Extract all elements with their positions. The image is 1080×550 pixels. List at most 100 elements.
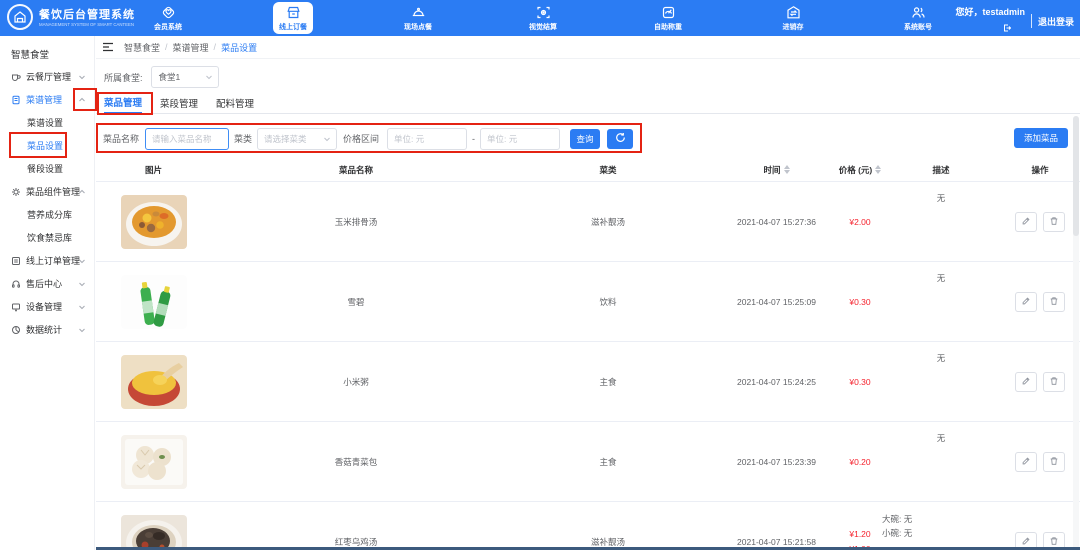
canteen-filter-row: 所属食堂: 食堂1 <box>96 62 219 92</box>
nav-item-onsite-ordering[interactable]: 现场点餐 <box>390 2 446 34</box>
dish-desc: 无 <box>882 262 1000 341</box>
nav-item-online-ordering[interactable]: 线上订餐 <box>273 2 313 34</box>
table-header-row: 图片 菜品名称 菜类 时间 价格 (元) 描述 操作 <box>96 158 1080 182</box>
price-min-input[interactable] <box>387 128 467 150</box>
dish-desc: 无 <box>882 182 1000 261</box>
sidebar-label: 营养成分库 <box>27 208 72 221</box>
dish-category: 滋补靓汤 <box>501 502 715 550</box>
pencil-icon <box>1021 294 1031 309</box>
breadcrumb-separator: / <box>214 42 217 52</box>
sidebar-item-device-management[interactable]: 设备管理 <box>0 295 94 318</box>
sidebar-label: 云餐厅管理 <box>26 70 71 83</box>
delete-button[interactable] <box>1043 212 1065 232</box>
dish-name: 小米粥 <box>211 342 501 421</box>
sidebar-item-dish-settings[interactable]: 菜品设置 <box>0 134 94 157</box>
dish-price: ¥0.30 <box>838 262 882 341</box>
tab-bar: 菜品管理 菜段管理 配料管理 <box>96 92 1080 114</box>
search-filter-bar: 菜品名称 菜类 请选择菜类 价格区间 - 查询 <box>96 122 1080 155</box>
sidebar-label: 菜品组件管理 <box>26 185 80 198</box>
logout-icon[interactable] <box>1003 19 1011 37</box>
vertical-scrollbar[interactable] <box>1073 116 1079 549</box>
breadcrumb-item[interactable]: 菜谱管理 <box>173 41 209 54</box>
category-label: 菜类 <box>234 132 252 145</box>
query-button[interactable]: 查询 <box>570 129 600 149</box>
price-max-input[interactable] <box>480 128 560 150</box>
edit-button[interactable] <box>1015 212 1037 232</box>
dish-name-input[interactable] <box>145 128 229 150</box>
sort-carets-icon[interactable] <box>784 165 790 174</box>
sidebar-item-smart-canteen[interactable]: 智慧食堂 <box>0 42 94 65</box>
column-header-time[interactable]: 时间 <box>715 158 838 181</box>
nav-item-self-weighing[interactable]: 自助称重 <box>640 2 696 34</box>
nav-item-member-system[interactable]: 会员系统 <box>140 2 196 34</box>
chevron-up-icon <box>78 96 86 104</box>
dish-desc: 小碗: 无 <box>882 526 912 540</box>
tab-dish-management[interactable]: 菜品管理 <box>104 92 142 114</box>
column-header-desc: 描述 <box>882 158 1000 181</box>
dish-price: ¥2.00 <box>838 182 882 261</box>
refresh-icon <box>615 132 626 145</box>
sidebar-item-diet-taboo-library[interactable]: 饮食禁忌库 <box>0 226 94 249</box>
edit-button[interactable] <box>1015 372 1037 392</box>
app-subtitle: MANAGEMENT SYSTEM OF SMART CANTEEN <box>39 23 134 27</box>
sidebar-label: 智慧食堂 <box>11 47 49 61</box>
pencil-icon <box>1021 214 1031 229</box>
sidebar-item-after-sales-center[interactable]: 售后中心 <box>0 272 94 295</box>
tab-ingredient-management[interactable]: 配料管理 <box>216 92 254 114</box>
food-cloche-icon <box>411 5 426 20</box>
gear-icon <box>11 187 21 197</box>
tab-meal-period-management[interactable]: 菜段管理 <box>160 92 198 114</box>
nav-item-system-account[interactable]: 系统账号 <box>890 2 946 34</box>
nav-item-vision-settlement[interactable]: 视觉结算 <box>515 2 571 34</box>
sidebar-label: 饮食禁忌库 <box>27 231 72 244</box>
chevron-down-icon <box>78 326 86 334</box>
canteen-select[interactable]: 食堂1 <box>151 66 219 88</box>
sidebar-item-online-order-management[interactable]: 线上订单管理 <box>0 249 94 272</box>
category-select[interactable]: 请选择菜类 <box>257 128 337 150</box>
add-dish-button[interactable]: 添加菜品 <box>1014 128 1068 148</box>
dish-name: 红枣乌鸡汤 <box>211 502 501 550</box>
dish-time: 2021-04-07 15:23:39 <box>715 422 838 501</box>
nav-item-inventory[interactable]: 进销存 <box>765 2 821 34</box>
sprite-bottles-photo <box>121 275 187 329</box>
column-header-category: 菜类 <box>501 158 715 181</box>
edit-button[interactable] <box>1015 292 1037 312</box>
chevron-up-icon <box>78 188 86 196</box>
trash-icon <box>1049 214 1059 229</box>
scrollbar-thumb[interactable] <box>1073 116 1079 236</box>
delete-button[interactable] <box>1043 372 1065 392</box>
sidebar-item-meal-period-settings[interactable]: 餐段设置 <box>0 157 94 180</box>
menu-collapse-icon[interactable] <box>102 42 114 52</box>
sidebar-item-nutrition-library[interactable]: 营养成分库 <box>0 203 94 226</box>
edit-button[interactable] <box>1015 452 1037 472</box>
column-header-price[interactable]: 价格 (元) <box>838 158 882 181</box>
sidebar-item-data-statistics[interactable]: 数据统计 <box>0 318 94 341</box>
delete-button[interactable] <box>1043 452 1065 472</box>
logout-button[interactable]: 退出登录 <box>1038 15 1074 28</box>
sort-carets-icon[interactable] <box>875 165 881 174</box>
breadcrumb-item[interactable]: 智慧食堂 <box>124 41 160 54</box>
sidebar-item-menu-management[interactable]: 菜谱管理 <box>0 88 94 111</box>
warehouse-arrows-icon <box>786 5 801 20</box>
sidebar-label: 菜谱设置 <box>27 116 63 129</box>
millet-porridge-photo <box>121 355 187 409</box>
main-content: 智慧食堂 / 菜谱管理 / 菜品设置 所属食堂: 食堂1 菜品管理 菜段管理 配… <box>96 36 1080 550</box>
nav-label: 系统账号 <box>904 22 932 32</box>
dish-desc-list: 大碗: 无 小碗: 无 <box>882 502 1000 550</box>
sidebar-item-dish-component-management[interactable]: 菜品组件管理 <box>0 180 94 203</box>
sidebar-label: 数据统计 <box>26 323 62 336</box>
pie-chart-icon <box>11 325 21 335</box>
nav-label: 自助称重 <box>654 22 682 32</box>
refresh-button[interactable] <box>607 129 633 149</box>
delete-button[interactable] <box>1043 292 1065 312</box>
sidebar: 智慧食堂 云餐厅管理 菜谱管理 菜谱设置 菜品设置 餐段设置 菜品组件管理 营养… <box>0 36 95 550</box>
chevron-down-icon <box>78 257 86 265</box>
sidebar-item-cloud-restaurant[interactable]: 云餐厅管理 <box>0 65 94 88</box>
sidebar-item-recipe-settings[interactable]: 菜谱设置 <box>0 111 94 134</box>
column-header-name: 菜品名称 <box>211 158 501 181</box>
chevron-down-icon <box>78 303 86 311</box>
scale-icon <box>661 5 676 20</box>
table-row: 红枣乌鸡汤 滋补靓汤 2021-04-07 15:21:58 ¥1.20 ¥1.… <box>96 502 1080 550</box>
dish-name: 香菇青菜包 <box>211 422 501 501</box>
nav-label: 视觉结算 <box>529 22 557 32</box>
